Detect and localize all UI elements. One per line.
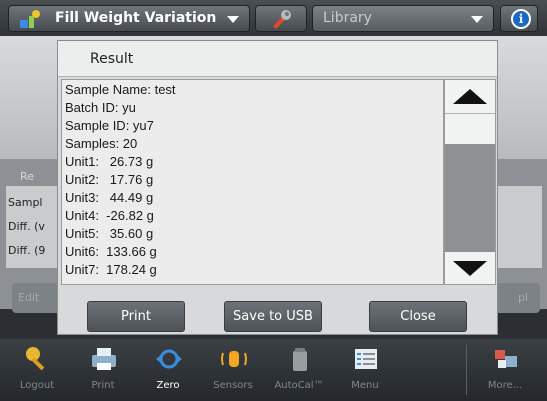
result-text-area[interactable]: Sample Name: test Batch ID: yu Sample ID… [61,79,444,285]
taskbar-label: Print [91,380,115,391]
save-to-usb-button[interactable]: Save to USB [224,301,322,332]
result-dialog: Result Sample Name: test Batch ID: yu Sa… [57,40,498,335]
arrow-down-icon [453,261,487,276]
close-button[interactable]: Close [369,301,467,332]
background-side-label: Diff. (9 [8,244,46,257]
scroll-down-button[interactable] [445,252,495,284]
result-line: Unit3: 44.49 g [65,190,154,205]
more-apps-icon [495,350,517,368]
dialog-title: Result [90,51,134,67]
zero-button[interactable]: Zero [137,339,199,401]
taskbar-label: Logout [19,380,55,391]
printer-icon [92,348,116,370]
dialog-title-bar: Result [58,41,497,77]
result-line: Samples: 20 [65,136,138,151]
result-line: Sample Name: test [65,82,176,97]
scrollbar[interactable] [444,79,496,285]
result-line: Unit6: 133.66 g [65,244,157,259]
taskbar-label: Zero [156,380,180,391]
chevron-down-icon [471,16,483,23]
result-line: Unit7: 178.24 g [65,262,157,277]
print-button[interactable]: Print [87,301,185,332]
result-line: Unit2: 17.76 g [65,172,154,187]
taskbar-label: AutoCal™ [274,380,324,391]
more-button[interactable]: More... [474,339,536,401]
background-side-label: Sampl [8,196,43,209]
background-right-button: pl [494,283,540,313]
weight-icon [293,348,307,371]
background-right-panel [494,186,542,268]
hand-sensor-icon [221,351,247,367]
taskbar-divider [466,345,467,395]
scroll-up-button[interactable] [445,80,495,114]
result-line: Unit5: 35.60 g [65,226,154,241]
wrench-icon [273,10,291,29]
fill-weight-icon [20,10,40,28]
taskbar: Logout Print Zero Sensors AutoCal™ Menu … [0,339,547,401]
menu-button[interactable]: Menu [334,339,396,401]
autocal-button[interactable]: AutoCal™ [268,339,330,401]
taskbar-label: Sensors [213,380,253,391]
result-line: Unit1: 26.73 g [65,154,154,169]
taskbar-label: Menu [351,380,379,391]
application-selector[interactable]: Fill Weight Variation [8,5,250,32]
taskbar-label: More... [487,380,523,391]
logout-button[interactable]: Logout [6,339,68,401]
info-button[interactable]: i [500,5,538,32]
menu-list-icon [355,349,377,369]
chevron-down-icon [227,16,239,23]
result-line: Unit4: -26.82 g [65,208,154,223]
taskbar-print-button[interactable]: Print [72,339,134,401]
background-side-label: Diff. (v [8,220,45,233]
application-name: Fill Weight Variation [55,10,217,26]
settings-tool-button[interactable] [255,5,307,32]
info-icon: i [511,9,531,29]
library-label: Library [323,10,372,26]
library-selector[interactable]: Library [312,5,494,32]
top-bar: Fill Weight Variation Library i [0,0,547,36]
background-results-label: Re [20,170,34,183]
result-line: Sample ID: yu7 [65,118,154,133]
scroll-thumb[interactable] [445,144,495,252]
sensors-button[interactable]: Sensors [202,339,264,401]
zero-icon [156,349,182,369]
arrow-up-icon [453,89,487,104]
key-icon [26,347,45,371]
result-line: Batch ID: yu [65,100,136,115]
